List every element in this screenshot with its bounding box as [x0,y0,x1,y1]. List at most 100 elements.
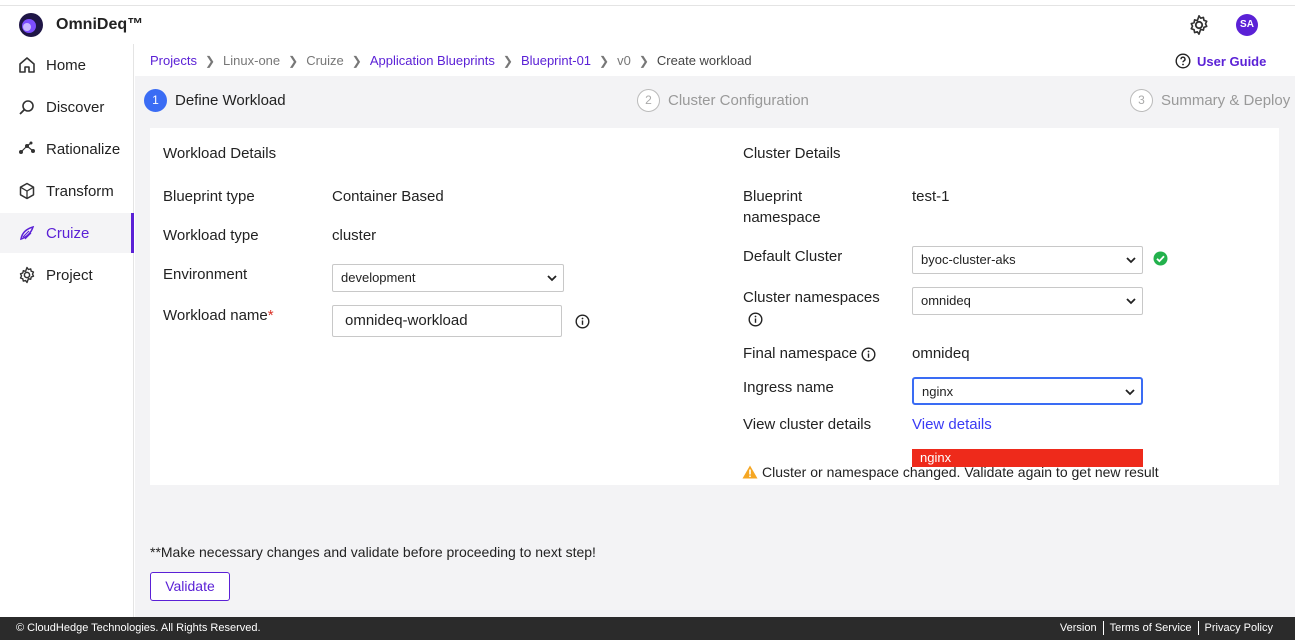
info-icon[interactable] [575,314,590,329]
breadcrumb-linux-one: Linux-one [223,53,281,68]
discover-icon [19,100,34,115]
rationalize-icon [19,141,35,154]
final-namespace-value: omnideq [912,345,970,362]
cluster-details-heading: Cluster Details [743,145,841,162]
chevron-right-icon: ❯ [599,53,610,68]
breadcrumb: Projects ❯ Linux-one ❯ Cruize ❯ Applicat… [150,53,752,68]
app-title: OmniDeq™ [56,16,144,33]
breadcrumb-bar: Projects ❯ Linux-one ❯ Cruize ❯ Applicat… [135,44,1295,76]
step-cluster-configuration[interactable]: 2 Cluster Configuration [637,89,809,112]
step-label: Cluster Configuration [668,92,809,109]
workload-type-value: cluster [332,227,377,244]
chevron-right-icon: ❯ [638,53,649,68]
required-asterisk: * [267,307,274,324]
sidebar-item-home[interactable]: Home [0,45,134,85]
chevron-down-icon [547,275,557,282]
workload-details-heading: Workload Details [163,145,277,162]
cluster-namespaces-select[interactable]: omnideq [912,287,1143,315]
cruize-icon [20,225,35,241]
sidebar-item-transform[interactable]: Transform [0,171,134,211]
workload-name-input[interactable]: omnideq-workload [332,305,562,337]
sidebar-item-cruize[interactable]: Cruize [0,213,134,253]
validate-note: **Make necessary changes and validate be… [150,544,596,560]
validation-warning-text: Cluster or namespace changed. Validate a… [762,464,1159,480]
ingress-name-select[interactable]: nginx [912,377,1143,405]
project-gear-icon [19,266,35,284]
sidebar-item-project[interactable]: Project [0,255,134,295]
blueprint-namespace-label: Blueprint [743,188,803,205]
footer-link-version[interactable]: Version [1054,621,1103,635]
chevron-down-icon [1125,389,1135,396]
view-cluster-details-label: View cluster details [743,416,872,433]
breadcrumb-cruize: Cruize [306,53,344,68]
warning-triangle-icon [742,465,758,479]
step-label: Summary & Deploy [1161,92,1291,109]
environment-selected-value: development [341,270,416,285]
home-icon [19,57,35,73]
step-label: Define Workload [175,92,286,109]
sidebar-item-label: Project [46,266,93,284]
user-guide-label: User Guide [1197,53,1267,69]
info-icon[interactable] [861,347,876,362]
sidebar: Home Discover Rationalize Transform Crui… [0,44,134,617]
workload-name-label: Workload name* [163,307,274,324]
sidebar-item-label: Home [46,56,87,74]
sidebar-item-label: Transform [46,182,114,200]
default-cluster-select[interactable]: byoc-cluster-aks [912,246,1143,274]
main-content: Projects ❯ Linux-one ❯ Cruize ❯ Applicat… [135,44,1295,617]
chevron-down-icon [1126,298,1136,305]
check-circle-icon [1153,251,1168,266]
top-bar: OmniDeq™ SA [0,5,1295,45]
cluster-namespaces-selected-value: omnideq [921,293,971,308]
chevron-right-icon: ❯ [288,53,299,68]
workload-type-label: Workload type [163,227,259,244]
breadcrumb-create-workload: Create workload [656,53,752,68]
sidebar-item-discover[interactable]: Discover [0,87,134,127]
breadcrumb-blueprint-01[interactable]: Blueprint-01 [521,53,591,68]
breadcrumb-version: v0 [617,53,631,68]
step-number: 3 [1130,89,1153,112]
workload-form-card: Workload Details Blueprint type Containe… [150,128,1279,485]
transform-icon [19,182,35,200]
workload-name-label-text: Workload name [163,307,268,324]
copyright-text: © CloudHedge Technologies. All Rights Re… [16,622,261,634]
blueprint-namespace-label-line2: namespace [743,209,821,226]
chevron-right-icon: ❯ [351,53,362,68]
ingress-selected-value: nginx [922,384,954,399]
settings-gear-icon[interactable] [1188,14,1210,36]
chevron-down-icon [1126,257,1136,264]
footer: © CloudHedge Technologies. All Rights Re… [0,617,1295,640]
cluster-namespaces-label: Cluster namespaces [743,289,880,306]
step-number: 2 [637,89,660,112]
blueprint-type-value: Container Based [332,188,444,205]
footer-link-terms[interactable]: Terms of Service [1102,621,1198,635]
step-define-workload[interactable]: 1 Define Workload [144,89,286,112]
footer-link-privacy[interactable]: Privacy Policy [1197,621,1279,635]
blueprint-namespace-value: test-1 [912,188,950,205]
environment-label: Environment [163,266,248,283]
default-cluster-label: Default Cluster [743,248,843,265]
user-guide-link[interactable]: User Guide [1175,53,1266,69]
user-avatar[interactable]: SA [1236,14,1258,36]
help-circle-icon [1175,53,1191,69]
breadcrumb-projects[interactable]: Projects [150,53,197,68]
chevron-right-icon: ❯ [502,53,513,68]
sidebar-item-rationalize[interactable]: Rationalize [0,129,134,169]
omnideq-logo-icon [19,13,43,37]
final-namespace-label: Final namespace [743,345,858,362]
ingress-name-label: Ingress name [743,379,834,396]
validate-button[interactable]: Validate [150,572,230,601]
environment-select[interactable]: development [332,264,564,292]
step-summary-deploy[interactable]: 3 Summary & Deploy [1130,89,1290,112]
footer-links: Version Terms of Service Privacy Policy [1054,621,1279,635]
view-details-link[interactable]: View details [912,416,992,433]
sidebar-item-label: Rationalize [46,140,121,158]
blueprint-type-label: Blueprint type [163,188,255,205]
sidebar-item-label: Cruize [46,224,90,242]
chevron-right-icon: ❯ [204,53,216,68]
default-cluster-selected-value: byoc-cluster-aks [921,252,1016,267]
step-number: 1 [144,89,167,112]
sidebar-item-label: Discover [46,98,105,116]
breadcrumb-application-blueprints[interactable]: Application Blueprints [370,53,495,68]
info-icon[interactable] [748,312,763,327]
